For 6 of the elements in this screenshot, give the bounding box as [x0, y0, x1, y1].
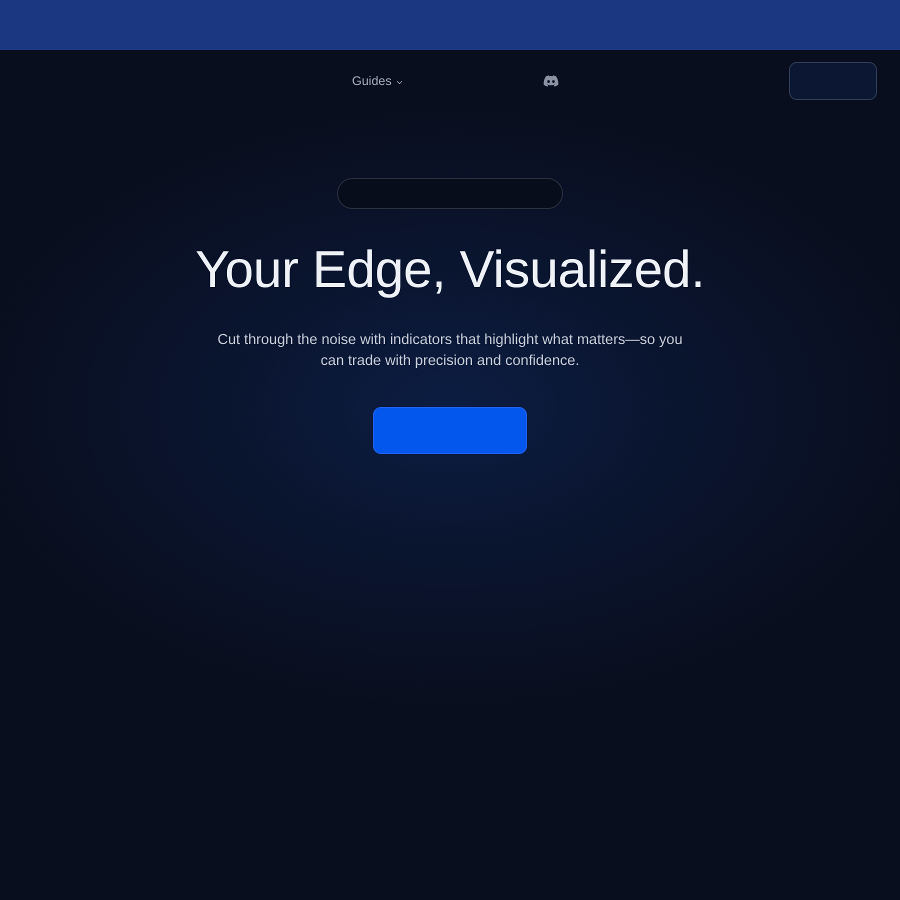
cta-button[interactable]	[373, 407, 527, 454]
header-button[interactable]	[789, 62, 877, 100]
hero-subtitle: Cut through the noise with indicators that highlight what matters—so you can trade with precision and confidence.	[216, 331, 684, 371]
game-controller-icon[interactable]	[542, 73, 559, 89]
hero-heading: Your Edge, Visualized.	[195, 242, 705, 298]
guides-menu-button[interactable]: Guides	[352, 72, 404, 90]
